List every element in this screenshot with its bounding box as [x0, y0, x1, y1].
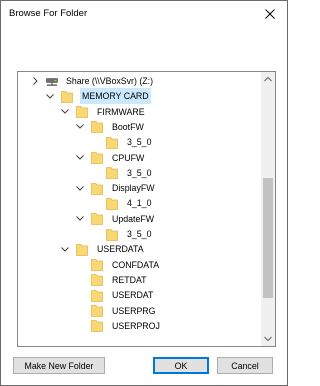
folder-icon [76, 105, 88, 118]
folder-tree[interactable]: Share (\\VBoxSvr) (Z:) MEMORY CARD FIRMWAR… [17, 71, 276, 347]
tree-item[interactable]: FIRMWARE [60, 104, 147, 120]
folder-icon [61, 90, 73, 103]
tree-item[interactable]: 4_1_0 [90, 195, 153, 211]
tree-item-label: CPUFW [112, 152, 145, 163]
chevron-down-icon[interactable] [75, 153, 85, 163]
network-drive-icon [46, 76, 58, 87]
chevron-down-icon[interactable] [60, 244, 70, 254]
tree-item-label: BootFW [112, 121, 144, 132]
close-icon [265, 9, 275, 19]
folder-icon [91, 212, 103, 226]
chevron-down-icon[interactable] [75, 214, 85, 224]
tree-item[interactable]: Share (\\VBoxSvr) (Z:) [30, 73, 155, 89]
tree-item-label: USERDATA [97, 244, 144, 255]
cancel-button[interactable]: Cancel [217, 357, 273, 374]
ok-button[interactable]: OK [153, 357, 209, 374]
tree-item-label: Share (\\VBoxSvr) (Z:) [66, 76, 154, 86]
chevron-down-icon[interactable] [45, 91, 55, 101]
tree-item[interactable]: CPUFW [75, 150, 146, 166]
folder-icon [106, 136, 118, 149]
tree-item[interactable]: BootFW [75, 119, 146, 135]
folder-icon [91, 304, 103, 317]
tree-item-label: 3_5_0 [127, 167, 152, 178]
tree-item[interactable]: 3_5_0 [90, 165, 153, 181]
folder-icon [106, 197, 118, 210]
folder-icon [91, 273, 103, 287]
tree-item[interactable]: UpdateFW [75, 211, 156, 227]
tree-item-label: 3_5_0 [127, 137, 152, 148]
folder-icon [91, 182, 103, 195]
close-button[interactable] [253, 1, 287, 27]
tree-item-label: 3_5_0 [127, 229, 152, 239]
make-new-folder-button[interactable]: Make New Folder [13, 357, 105, 374]
folder-icon [76, 243, 88, 256]
scroll-thumb[interactable] [263, 178, 273, 298]
scroll-down-button[interactable] [261, 332, 275, 346]
chevron-down-icon[interactable] [75, 122, 85, 132]
scroll-up-button[interactable] [261, 72, 275, 86]
folder-icon [91, 258, 103, 271]
folder-icon [91, 319, 103, 333]
tree-item[interactable]: 3_5_0 [90, 134, 153, 150]
folder-icon [106, 166, 118, 180]
tree-item-label: USERPRG [112, 305, 156, 316]
browse-for-folder-dialog: Browse For Folder Share (\\VBoxSvr) (Z:)… [0, 0, 288, 386]
tree-item-label: USERDAT [112, 290, 154, 301]
tree-item-label: CONFDATA [112, 259, 160, 270]
tree-item[interactable]: CONFDATA [75, 257, 161, 273]
chevron-down-icon[interactable] [75, 183, 85, 193]
tree-item-label: FIRMWARE [97, 106, 145, 117]
folder-icon [91, 120, 103, 134]
tree-item-label-selected: MEMORY CARD [80, 88, 151, 105]
tree-item-label: RETDAT [112, 274, 147, 285]
tree-item[interactable]: USERDAT [75, 287, 155, 303]
tree-item[interactable]: 3_5_0 [90, 226, 153, 242]
tree-item-label: DisplayFW [112, 183, 155, 194]
tree-item[interactable]: USERDATA [60, 241, 146, 257]
folder-icon [91, 289, 103, 302]
chevron-right-icon[interactable] [30, 76, 40, 86]
tree-item[interactable]: DisplayFW [75, 180, 157, 196]
tree-item[interactable]: USERPROJ [75, 318, 162, 334]
folder-tree-content: Share (\\VBoxSvr) (Z:) MEMORY CARD FIRMWAR… [18, 72, 261, 346]
title-bar: Browse For Folder [1, 1, 287, 29]
tree-item-label: 4_1_0 [127, 198, 152, 209]
dialog-title: Browse For Folder [9, 8, 88, 19]
tree-item[interactable]: RETDAT [75, 272, 149, 288]
tree-item-label: USERPROJ [112, 320, 160, 331]
vertical-scrollbar[interactable] [261, 72, 275, 346]
folder-icon [91, 151, 103, 164]
tree-item[interactable]: MEMORY CARD [45, 88, 151, 105]
chevron-down-icon [264, 336, 272, 342]
folder-icon [106, 228, 118, 241]
tree-item-label: UpdateFW [112, 213, 155, 224]
chevron-down-icon[interactable] [60, 107, 70, 117]
chevron-up-icon [264, 76, 272, 82]
tree-item[interactable]: USERPRG [75, 303, 158, 319]
